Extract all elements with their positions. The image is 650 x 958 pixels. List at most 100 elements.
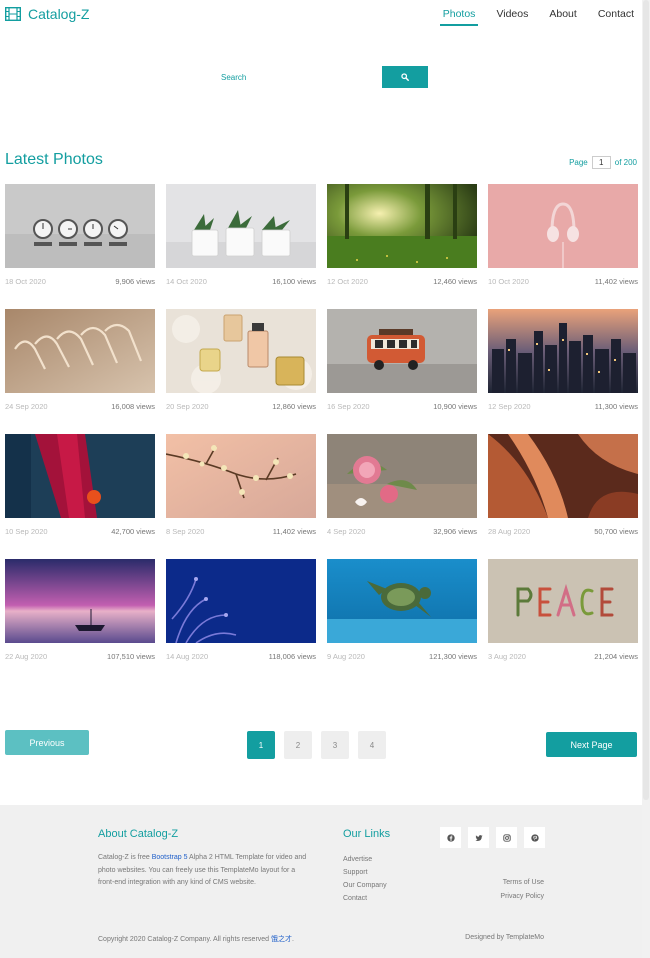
- photo-views: 107,510 views: [107, 652, 155, 661]
- photo-thumbnail[interactable]: [327, 434, 477, 518]
- photo-thumbnail[interactable]: [327, 309, 477, 393]
- bootstrap-link[interactable]: Bootstrap 5: [152, 854, 188, 861]
- photo-thumbnail[interactable]: [488, 184, 638, 268]
- photo-gallery: 18 Oct 2020 9,906 views 14 Oct 2020 16,100…: [5, 184, 638, 684]
- photo-views: 21,204 views: [594, 652, 638, 661]
- facebook-glyph: [446, 833, 455, 842]
- copyright-text: Copyright 2020 Catalog-Z Company. All ri…: [98, 936, 272, 943]
- pagination: 1 2 3 4: [247, 731, 395, 759]
- photo-thumbnail[interactable]: [488, 309, 638, 393]
- terms-of-use-link[interactable]: Terms of Use: [500, 876, 544, 890]
- search-icon: [401, 73, 409, 81]
- footer-link-contact[interactable]: Contact: [343, 892, 387, 905]
- instagram-icon[interactable]: [496, 827, 517, 848]
- photo-card[interactable]: 14 Aug 2020 118,006 views: [166, 559, 316, 684]
- nav-about[interactable]: About: [549, 8, 576, 25]
- photo-thumbnail[interactable]: [5, 184, 155, 268]
- nav-videos[interactable]: Videos: [496, 8, 528, 25]
- page-number-input[interactable]: 1: [591, 156, 611, 169]
- about-text-part: Catalog-Z is free: [98, 854, 152, 861]
- page-indicator: Page 1 of 200: [569, 156, 637, 169]
- photo-date: 12 Sep 2020: [488, 402, 531, 411]
- photo-card[interactable]: 4 Sep 2020 32,906 views: [327, 434, 477, 559]
- photo-thumbnail[interactable]: [327, 184, 477, 268]
- photo-thumbnail[interactable]: [488, 434, 638, 518]
- photo-date: 9 Aug 2020: [327, 652, 365, 661]
- footer-legal-links: Terms of Use Privacy Policy: [500, 876, 544, 904]
- photo-date: 10 Oct 2020: [488, 277, 529, 286]
- next-page-button[interactable]: Next Page: [546, 732, 637, 757]
- photo-date: 18 Oct 2020: [5, 277, 46, 286]
- page-total: of 200: [614, 158, 637, 167]
- search-form: [216, 66, 428, 88]
- photo-views: 11,300 views: [594, 402, 638, 411]
- photo-views: 11,402 views: [272, 527, 316, 536]
- photo-thumbnail[interactable]: [488, 559, 638, 643]
- scrollbar[interactable]: [642, 0, 650, 958]
- footer: About Catalog-Z Catalog-Z is free Bootst…: [0, 805, 642, 958]
- photo-views: 11,402 views: [594, 277, 638, 286]
- photo-thumbnail[interactable]: [5, 434, 155, 518]
- photo-card[interactable]: 9 Aug 2020 121,300 views: [327, 559, 477, 684]
- privacy-policy-link[interactable]: Privacy Policy: [500, 890, 544, 904]
- pinterest-icon[interactable]: [524, 827, 545, 848]
- photo-card[interactable]: 10 Sep 2020 42,700 views: [5, 434, 155, 559]
- designed-by[interactable]: Designed by TemplateMo: [465, 934, 544, 941]
- nav-photos[interactable]: Photos: [439, 8, 479, 26]
- photo-thumbnail[interactable]: [5, 559, 155, 643]
- photo-date: 16 Sep 2020: [327, 402, 370, 411]
- facebook-icon[interactable]: [440, 827, 461, 848]
- page-button-4[interactable]: 4: [358, 731, 386, 759]
- photo-card[interactable]: 24 Sep 2020 16,008 views: [5, 309, 155, 434]
- search-button[interactable]: [382, 66, 428, 88]
- photo-date: 3 Aug 2020: [488, 652, 526, 661]
- photo-date: 4 Sep 2020: [327, 527, 366, 536]
- photo-date: 22 Aug 2020: [5, 652, 48, 661]
- photo-thumbnail[interactable]: [166, 434, 316, 518]
- photo-card[interactable]: 3 Aug 2020 21,204 views: [488, 559, 638, 684]
- photo-thumbnail[interactable]: [166, 559, 316, 643]
- photo-views: 16,100 views: [272, 277, 316, 286]
- copyright-link[interactable]: 饿之才: [271, 936, 292, 943]
- photo-card[interactable]: 8 Sep 2020 11,402 views: [166, 434, 316, 559]
- photo-card[interactable]: 12 Oct 2020 12,460 views: [327, 184, 477, 309]
- photo-thumbnail[interactable]: [166, 309, 316, 393]
- photo-card[interactable]: 22 Aug 2020 107,510 views: [5, 559, 155, 684]
- footer-link-advertise[interactable]: Advertise: [343, 853, 387, 866]
- page-button-2[interactable]: 2: [284, 731, 312, 759]
- photo-views: 118,006 views: [268, 652, 316, 661]
- photo-card[interactable]: 10 Oct 2020 11,402 views: [488, 184, 638, 309]
- photo-card[interactable]: 18 Oct 2020 9,906 views: [5, 184, 155, 309]
- page-button-3[interactable]: 3: [321, 731, 349, 759]
- twitter-icon[interactable]: [468, 827, 489, 848]
- copyright: Copyright 2020 Catalog-Z Company. All ri…: [98, 934, 294, 944]
- photo-date: 10 Sep 2020: [5, 527, 48, 536]
- photo-card[interactable]: 12 Sep 2020 11,300 views: [488, 309, 638, 434]
- brand-logo[interactable]: Catalog-Z: [5, 6, 89, 22]
- footer-link-our-company[interactable]: Our Company: [343, 879, 387, 892]
- copyright-text: .: [292, 936, 294, 943]
- nav-contact[interactable]: Contact: [598, 8, 634, 25]
- page-button-1[interactable]: 1: [247, 731, 275, 759]
- brand-name[interactable]: Catalog-Z: [28, 6, 89, 22]
- photo-card[interactable]: 14 Oct 2020 16,100 views: [166, 184, 316, 309]
- photo-views: 10,900 views: [433, 402, 477, 411]
- photo-card[interactable]: 28 Aug 2020 50,700 views: [488, 434, 638, 559]
- photo-thumbnail[interactable]: [327, 559, 477, 643]
- scrollbar-thumb[interactable]: [643, 0, 649, 800]
- photo-thumbnail[interactable]: [5, 309, 155, 393]
- photo-date: 8 Sep 2020: [166, 527, 205, 536]
- footer-about-text: Catalog-Z is free Bootstrap 5 Alpha 2 HT…: [98, 852, 308, 890]
- photo-views: 50,700 views: [594, 527, 638, 536]
- photo-card[interactable]: 16 Sep 2020 10,900 views: [327, 309, 477, 434]
- photo-date: 12 Oct 2020: [327, 277, 368, 286]
- search-input[interactable]: [216, 66, 382, 88]
- photo-card[interactable]: 20 Sep 2020 12,860 views: [166, 309, 316, 434]
- photo-date: 20 Sep 2020: [166, 402, 209, 411]
- photo-date: 14 Oct 2020: [166, 277, 207, 286]
- photo-views: 9,906 views: [115, 277, 155, 286]
- photo-thumbnail[interactable]: [166, 184, 316, 268]
- previous-button[interactable]: Previous: [5, 730, 89, 755]
- page-label: Page: [569, 158, 588, 167]
- footer-link-support[interactable]: Support: [343, 866, 387, 879]
